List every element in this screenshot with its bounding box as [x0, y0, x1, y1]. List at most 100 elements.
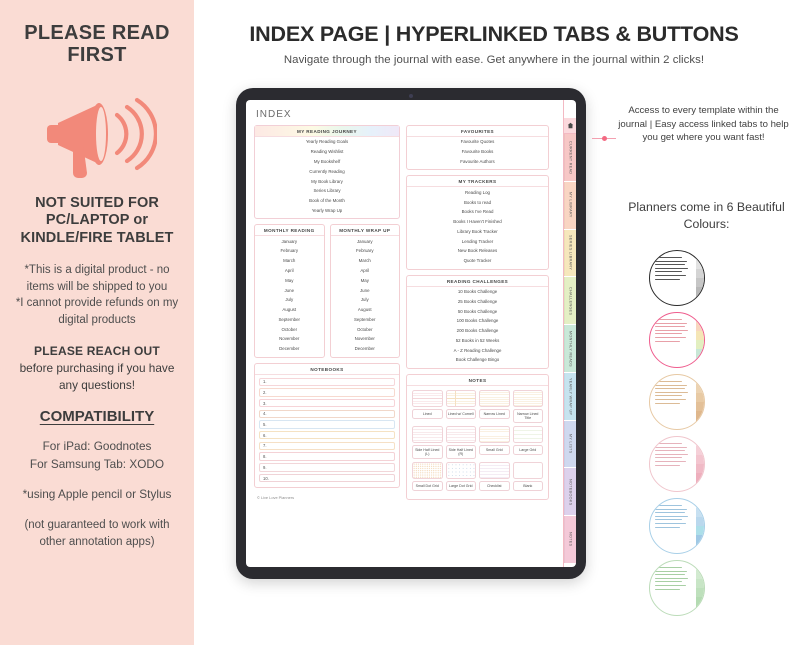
swatch-beige-tan[interactable] [649, 374, 705, 430]
side-tab-notebooks[interactable]: NOTEBOOKS [564, 468, 576, 516]
home-tab-button[interactable] [564, 118, 576, 134]
notebook-row[interactable]: 10. [259, 473, 395, 483]
list-item[interactable]: November [331, 334, 400, 344]
megaphone-icon [47, 97, 157, 178]
swatch-black-white[interactable] [649, 250, 705, 306]
list-item[interactable]: 100 Books Challenge [407, 316, 548, 326]
note-template[interactable]: Narrow Lined Title [512, 389, 543, 424]
list-item[interactable]: 50 Books Challenge [407, 306, 548, 316]
notebook-row[interactable]: 4. [259, 409, 395, 419]
list-item[interactable]: New Book Releases [407, 246, 548, 256]
list-item[interactable]: Favourite Books [407, 147, 548, 157]
card-header: NOTEBOOKS [255, 364, 399, 375]
note-label: Blank [512, 481, 543, 492]
list-item[interactable]: Reading Log [407, 187, 548, 197]
swatch-rose-pink[interactable] [649, 436, 705, 492]
reach-out-bold: PLEASE REACH OUT [34, 343, 160, 358]
notebook-row[interactable]: 5. [259, 420, 395, 429]
list-item[interactable]: January [255, 236, 324, 246]
swatch-green[interactable] [649, 560, 705, 616]
callout-dot-icon [602, 136, 607, 141]
note-template[interactable]: Narrow Lined [479, 389, 510, 423]
list-item[interactable]: October [255, 324, 324, 334]
list-item[interactable]: September [331, 315, 400, 325]
list-item[interactable]: January [331, 236, 400, 246]
side-tab-challenges[interactable]: CHALLENGES [564, 277, 576, 325]
note-label: Large Grid [512, 445, 543, 456]
list-item[interactable]: October [331, 324, 400, 334]
list-item[interactable]: February [331, 246, 400, 256]
list-item[interactable]: My Book Library [255, 176, 399, 186]
list-item[interactable]: June [331, 285, 400, 295]
note-template[interactable]: Large Dot Grid [445, 462, 476, 492]
list-item[interactable]: My Bookshelf [255, 157, 399, 167]
side-tab-my-lists[interactable]: MY LISTS [564, 420, 576, 468]
notebook-row[interactable]: 3. [259, 399, 395, 408]
list-item[interactable]: March [255, 256, 324, 266]
side-tab-monthly-reads[interactable]: MONTHLY READS [564, 325, 576, 372]
list-item[interactable]: Books I've Read [407, 207, 548, 217]
list-item[interactable]: August [331, 305, 400, 315]
side-tab-yearly-wrap-up[interactable]: YEARLY WRAP UP [564, 372, 576, 420]
list-item[interactable]: 10 Books Challenge [407, 287, 548, 297]
notebook-row[interactable]: 8. [259, 452, 395, 461]
note-template[interactable]: Side Half Lined (L) [412, 426, 443, 460]
note-template[interactable]: Blank [512, 462, 543, 492]
note-template[interactable]: Lined w/ Cornell [445, 389, 476, 423]
list-item[interactable]: May [331, 275, 400, 285]
list-item[interactable]: Quote Tracker [407, 256, 548, 266]
side-tab-notes[interactable]: NOTES [564, 516, 576, 564]
note-template[interactable]: Checklist [479, 462, 510, 492]
list-item[interactable]: Reading Wishlist [255, 147, 399, 157]
list-item[interactable]: Favourite Quotes [407, 137, 548, 147]
list-item[interactable]: 25 Books Challenge [407, 296, 548, 306]
list-item[interactable]: September [255, 315, 324, 325]
list-item[interactable]: Favourite Authors [407, 157, 548, 167]
tablet-mockup: INDEX MY READING JOURNEY Yearly Reading … [236, 88, 586, 579]
note-template[interactable]: Lined [412, 389, 443, 423]
note-template[interactable]: Large Grid [512, 426, 543, 459]
card-header: MY TRACKERS [407, 176, 548, 188]
list-item[interactable]: December [331, 344, 400, 354]
list-item[interactable]: December [255, 344, 324, 354]
list-item[interactable]: June [255, 285, 324, 295]
note-template[interactable]: Small Grid [479, 426, 510, 459]
note-thumbnail-icon [445, 389, 476, 407]
list-item[interactable]: Book of the Month [255, 196, 399, 206]
list-item[interactable]: March [331, 256, 400, 266]
note-thumbnail-icon [479, 426, 510, 444]
note-template[interactable]: Small Dot Grid [412, 462, 443, 492]
list-item[interactable]: Books I Haven't Finished [407, 217, 548, 227]
list-item[interactable]: July [331, 295, 400, 305]
side-tab-series-library[interactable]: SERIES LIBRARY [564, 229, 576, 277]
list-item[interactable]: Currently Reading [255, 166, 399, 176]
list-item[interactable]: Yearly Wrap Up [255, 205, 399, 215]
list-item[interactable]: November [255, 334, 324, 344]
swatch-rainbow-pink[interactable] [649, 312, 705, 368]
notebook-row[interactable]: 1. [259, 377, 395, 387]
list-item[interactable]: Books to read [407, 197, 548, 207]
list-item[interactable]: Book Challenge Bingo [407, 355, 548, 365]
list-item[interactable]: August [255, 305, 324, 315]
list-item[interactable]: Series Library [255, 186, 399, 196]
notebook-row[interactable]: 9. [259, 463, 395, 472]
note-template[interactable]: Side Half Lined (R) [445, 426, 476, 460]
list-item[interactable]: February [255, 246, 324, 256]
list-item[interactable]: 200 Books Challenge [407, 326, 548, 336]
list-item[interactable]: July [255, 295, 324, 305]
list-item[interactable]: May [255, 275, 324, 285]
swatch-tabs [696, 251, 704, 305]
list-item[interactable]: Yearly Reading Goals [255, 137, 399, 147]
list-item[interactable]: April [331, 266, 400, 276]
side-tab-my-library[interactable]: MY LIBRARY [564, 181, 576, 229]
notebook-row[interactable]: 7. [259, 441, 395, 451]
list-item[interactable]: A - Z Reading Challenge [407, 345, 548, 355]
list-item[interactable]: April [255, 266, 324, 276]
list-item[interactable]: Lending Tracker [407, 236, 548, 246]
swatch-blue[interactable] [649, 498, 705, 554]
side-tab-current-read[interactable]: CURRENT READ [564, 134, 576, 181]
list-item[interactable]: 52 Books in 52 Weeks [407, 336, 548, 346]
notebook-row[interactable]: 2. [259, 388, 395, 397]
notebook-row[interactable]: 6. [259, 431, 395, 440]
list-item[interactable]: Library Book Tracker [407, 226, 548, 236]
